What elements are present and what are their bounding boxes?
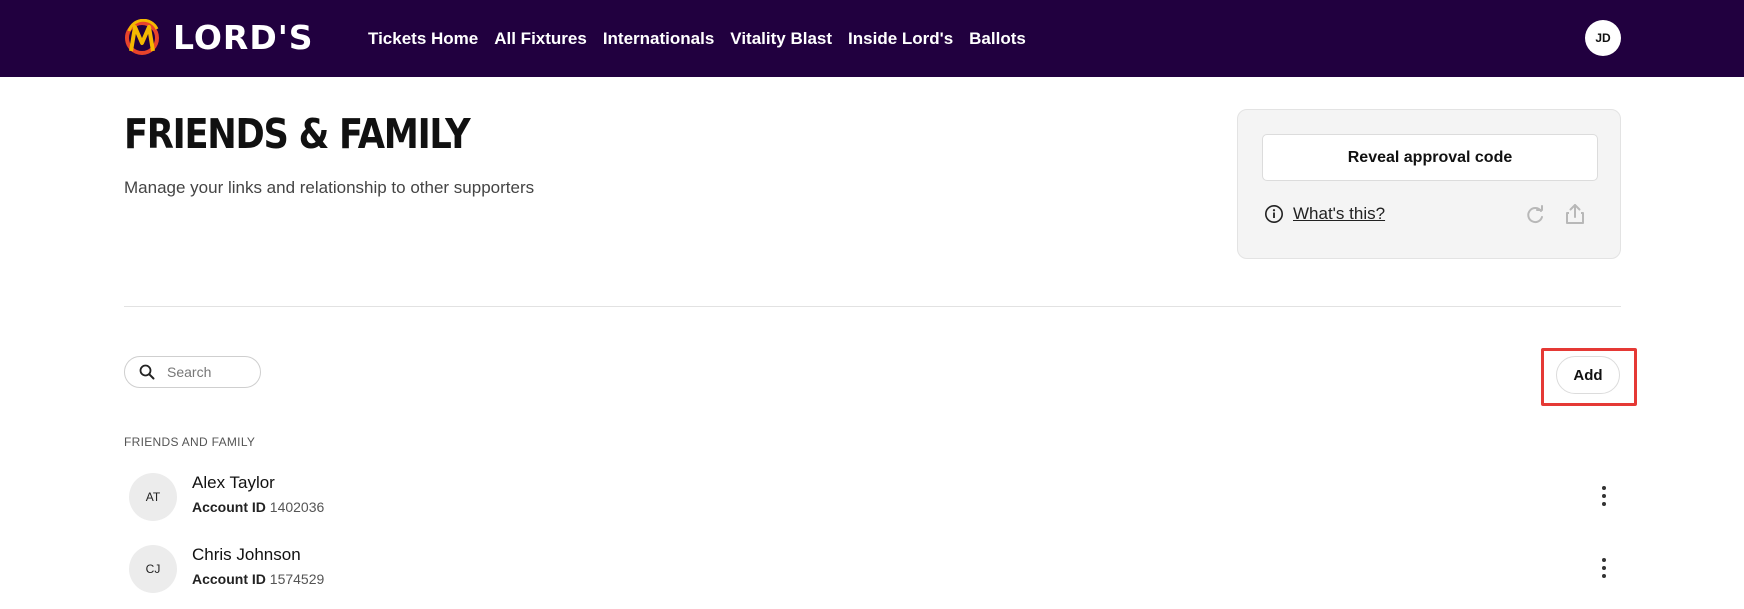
member-name: Alex Taylor — [192, 473, 275, 492]
account-id-label: Account ID — [192, 571, 266, 587]
more-options-icon[interactable] — [1594, 483, 1614, 509]
nav-all-fixtures[interactable]: All Fixtures — [494, 29, 587, 49]
list-item[interactable]: CJ Chris Johnson Account ID 1574529 — [124, 545, 1621, 605]
section-divider — [124, 306, 1621, 307]
refresh-icon[interactable] — [1524, 204, 1546, 226]
nav-inside-lords[interactable]: Inside Lord's — [848, 29, 953, 49]
main-nav: Tickets Home All Fixtures Internationals… — [368, 0, 1042, 77]
nav-internationals[interactable]: Internationals — [603, 29, 714, 49]
share-icon[interactable] — [1564, 202, 1586, 226]
list-item[interactable]: AT Alex Taylor Account ID 1402036 — [124, 473, 1621, 533]
nav-ballots[interactable]: Ballots — [969, 29, 1026, 49]
page-title: FRIENDS & FAMILY — [124, 110, 471, 158]
whats-this-row: What's this? — [1264, 204, 1385, 224]
page-subtitle: Manage your links and relationship to ot… — [124, 178, 535, 197]
avatar: CJ — [129, 545, 177, 593]
account-id-value: 1574529 — [269, 571, 325, 587]
top-nav-bar: LORD'S Tickets Home All Fixtures Interna… — [0, 0, 1744, 77]
whats-this-link[interactable]: What's this? — [1293, 204, 1385, 224]
search-input[interactable] — [167, 364, 257, 380]
search-icon — [139, 364, 155, 380]
more-options-icon[interactable] — [1594, 555, 1614, 581]
search-box[interactable] — [124, 356, 261, 388]
nav-vitality-blast[interactable]: Vitality Blast — [730, 29, 832, 49]
reveal-approval-code-button[interactable]: Reveal approval code — [1262, 134, 1598, 181]
member-name: Chris Johnson — [192, 545, 301, 564]
account-id-value: 1402036 — [269, 499, 325, 515]
approval-code-card: Reveal approval code What's this? — [1237, 109, 1621, 259]
member-account: Account ID 1402036 — [192, 499, 324, 515]
account-id-label: Account ID — [192, 499, 266, 515]
info-icon — [1265, 205, 1283, 223]
mcc-monogram-icon — [125, 19, 159, 55]
add-button[interactable]: Add — [1556, 356, 1620, 394]
member-account: Account ID 1574529 — [192, 571, 324, 587]
section-label: FRIENDS AND FAMILY — [124, 435, 256, 449]
user-avatar-button[interactable]: JD — [1585, 20, 1621, 56]
lords-logo[interactable]: LORD'S — [123, 18, 314, 58]
nav-tickets-home[interactable]: Tickets Home — [368, 29, 478, 49]
avatar: AT — [129, 473, 177, 521]
logo-wordmark: LORD'S — [173, 18, 314, 57]
